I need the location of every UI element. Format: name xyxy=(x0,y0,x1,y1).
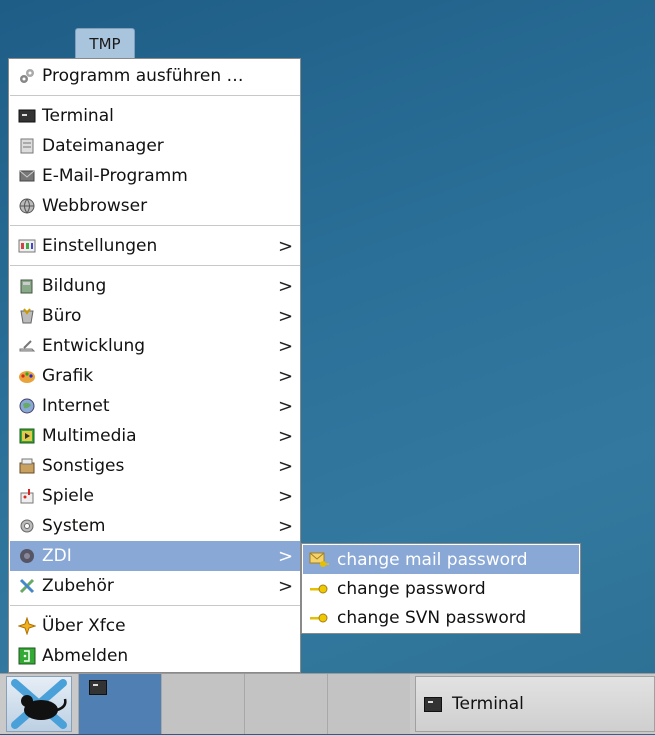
menu-item-accessories[interactable]: Zubehör > xyxy=(10,571,300,601)
internet-icon xyxy=(18,397,36,415)
menu-item-label: Büro xyxy=(42,306,82,326)
terminal-icon xyxy=(18,107,36,125)
submenu-item-change-password[interactable]: change password xyxy=(303,574,579,603)
menu-item-file-manager[interactable]: Dateimanager xyxy=(10,131,300,161)
menu-item-label: Dateimanager xyxy=(42,136,164,156)
menu-separator xyxy=(10,95,300,96)
menu-item-mail-client[interactable]: E-Mail-Programm xyxy=(10,161,300,191)
menu-item-run-gear[interactable]: Programm ausführen … xyxy=(10,61,300,91)
terminal-window-icon xyxy=(89,680,107,695)
submenu-item-label: change mail password xyxy=(337,549,528,570)
menu-item-terminal[interactable]: Terminal xyxy=(10,101,300,131)
taskbar-terminal-button[interactable]: Terminal xyxy=(415,676,655,732)
accessories-icon xyxy=(18,577,36,595)
submenu-arrow-icon: > xyxy=(278,425,294,447)
submenu-arrow-icon: > xyxy=(278,335,294,357)
settings-icon xyxy=(18,237,36,255)
terminal-icon xyxy=(424,696,442,712)
menu-item-label: Bildung xyxy=(42,276,107,296)
menu-item-office[interactable]: Büro > xyxy=(10,301,300,331)
workspace-1-button[interactable] xyxy=(78,674,161,734)
menu-item-zdi[interactable]: ZDI > xyxy=(10,541,300,571)
submenu-arrow-icon: > xyxy=(278,235,294,257)
menu-item-label: Multimedia xyxy=(42,426,137,446)
menu-item-multimedia[interactable]: Multimedia > xyxy=(10,421,300,451)
zdi-submenu: change mail password change password chang… xyxy=(301,543,581,634)
xfce-mouse-logo-icon xyxy=(11,679,67,729)
menu-item-label: Sonstiges xyxy=(42,456,125,476)
workspace-4-button[interactable] xyxy=(327,674,410,734)
menu-item-development[interactable]: Entwicklung > xyxy=(10,331,300,361)
applications-menu: Programm ausführen … Terminal Dateimanager… xyxy=(8,58,301,673)
menu-item-label: System xyxy=(42,516,106,536)
menu-item-settings[interactable]: Einstellungen > xyxy=(10,231,300,261)
key-icon xyxy=(309,581,329,597)
menu-item-graphics[interactable]: Grafik > xyxy=(10,361,300,391)
logout-icon xyxy=(18,647,36,665)
development-icon xyxy=(18,337,36,355)
menu-item-internet[interactable]: Internet > xyxy=(10,391,300,421)
multimedia-icon xyxy=(18,427,36,445)
menu-item-label: Entwicklung xyxy=(42,336,146,356)
menu-item-label: Über Xfce xyxy=(42,616,126,636)
file-manager-icon xyxy=(18,137,36,155)
menu-item-system-gear[interactable]: System > xyxy=(10,511,300,541)
submenu-arrow-icon: > xyxy=(278,395,294,417)
submenu-arrow-icon: > xyxy=(278,515,294,537)
zdi-icon xyxy=(18,547,36,565)
workspace-2-button[interactable] xyxy=(161,674,244,734)
submenu-arrow-icon: > xyxy=(278,365,294,387)
menu-item-label: Internet xyxy=(42,396,110,416)
menu-item-web-browser[interactable]: Webbrowser xyxy=(10,191,300,221)
workspace-3-button[interactable] xyxy=(244,674,327,734)
applications-menu-button[interactable] xyxy=(6,676,72,732)
menu-item-label: Abmelden xyxy=(42,646,129,666)
education-icon xyxy=(18,277,36,295)
web-browser-icon xyxy=(18,197,36,215)
menu-item-label: Zubehör xyxy=(42,576,114,596)
menu-item-label: Grafik xyxy=(42,366,94,386)
submenu-arrow-icon: > xyxy=(278,275,294,297)
submenu-item-change-svn-password[interactable]: change SVN password xyxy=(303,603,579,632)
graphics-icon xyxy=(18,367,36,385)
menu-item-label: E-Mail-Programm xyxy=(42,166,188,186)
desktop: TMP Programm ausführen … Terminal Dateiman… xyxy=(0,0,655,734)
submenu-arrow-icon: > xyxy=(278,575,294,597)
menu-item-misc[interactable]: Sonstiges > xyxy=(10,451,300,481)
submenu-arrow-icon: > xyxy=(278,305,294,327)
key-icon xyxy=(309,610,329,626)
menu-item-label: Terminal xyxy=(42,106,114,126)
games-icon xyxy=(18,487,36,505)
submenu-item-label: change SVN password xyxy=(337,607,527,628)
mail-key-icon xyxy=(309,552,329,568)
menu-item-label: Spiele xyxy=(42,486,94,506)
taskbar: Terminal xyxy=(0,673,655,734)
submenu-arrow-icon: > xyxy=(278,485,294,507)
menu-item-label: Programm ausführen … xyxy=(42,66,244,86)
mail-client-icon xyxy=(18,167,36,185)
submenu-item-label: change password xyxy=(337,578,486,599)
submenu-arrow-icon: > xyxy=(278,545,294,567)
menu-item-education[interactable]: Bildung > xyxy=(10,271,300,301)
system-gear-icon xyxy=(18,517,36,535)
run-gear-icon xyxy=(18,67,36,85)
taskbar-terminal-label: Terminal xyxy=(452,694,524,714)
office-icon xyxy=(18,307,36,325)
menu-item-label: ZDI xyxy=(42,546,72,566)
submenu-arrow-icon: > xyxy=(278,455,294,477)
star-icon xyxy=(17,616,37,636)
submenu-item-change-mail-password[interactable]: change mail password xyxy=(303,545,579,574)
menu-item-games[interactable]: Spiele > xyxy=(10,481,300,511)
menu-separator xyxy=(10,225,300,226)
menu-item-star[interactable]: Über Xfce xyxy=(10,611,300,641)
menu-item-logout[interactable]: Abmelden xyxy=(10,641,300,671)
workspace-label: TMP xyxy=(75,28,135,60)
menu-item-label: Einstellungen xyxy=(42,236,158,256)
menu-item-label: Webbrowser xyxy=(42,196,148,216)
menu-separator xyxy=(10,265,300,266)
menu-separator xyxy=(10,605,300,606)
misc-icon xyxy=(18,457,36,475)
